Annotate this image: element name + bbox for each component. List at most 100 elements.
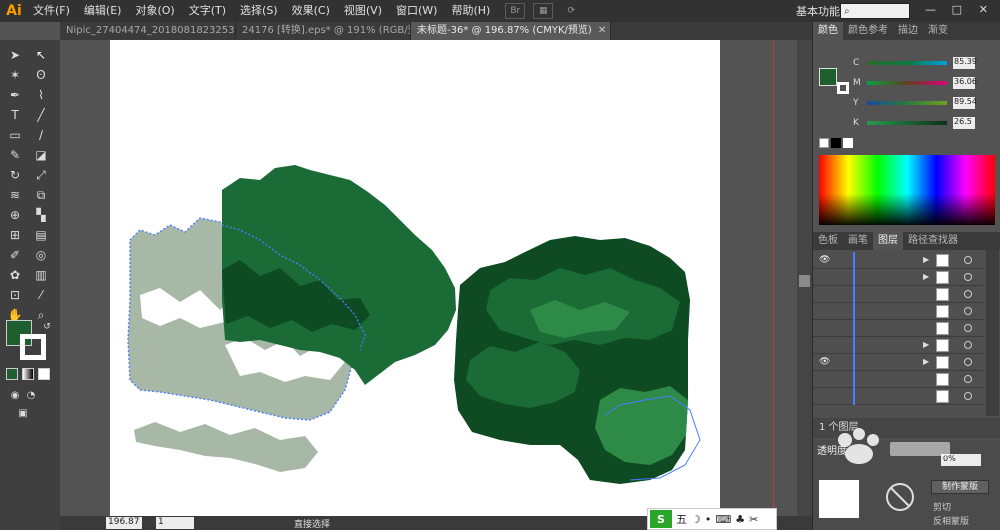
layer-row[interactable] — [813, 320, 983, 337]
cyan-slider[interactable]: C 85.39 — [853, 56, 999, 70]
vertical-scrollbar[interactable] — [797, 40, 812, 516]
expand-icon[interactable]: ▶ — [923, 272, 929, 281]
perspective-grid-icon[interactable]: ▚ — [32, 206, 50, 224]
artwork[interactable] — [60, 40, 797, 516]
expand-icon[interactable]: ▶ — [923, 340, 929, 349]
tab-pathfinder[interactable]: 路径查找器 — [903, 232, 963, 250]
color-mode-icon[interactable] — [6, 368, 18, 380]
none-swatch[interactable] — [819, 138, 829, 148]
tab-document-2[interactable]: 24176 [转换].eps* @ 191% (RGB/预... — [236, 22, 411, 40]
gpu-performance-icon[interactable]: ⟳ — [561, 3, 581, 19]
layer-row[interactable] — [813, 286, 983, 303]
free-transform-icon[interactable]: ⧉ — [32, 186, 50, 204]
scale-tool-icon[interactable]: ⤢ — [32, 166, 50, 184]
type-tool-icon[interactable]: T — [6, 106, 24, 124]
menu-window[interactable]: 窗口(W) — [389, 0, 444, 22]
layers-scrollbar[interactable] — [986, 250, 999, 416]
layer-row[interactable]: 👁 ▶ — [813, 252, 983, 269]
lasso-icon[interactable]: ʘ — [32, 66, 50, 84]
tab-document-1[interactable]: Nipic_27404474_20180818232531744087.ai* … — [60, 22, 236, 40]
layer-row[interactable]: ▶ — [813, 337, 983, 354]
layer-row[interactable] — [813, 371, 983, 388]
clip-checkbox[interactable]: 剪切 — [933, 500, 951, 513]
menu-object[interactable]: 对象(O) — [128, 0, 181, 22]
close-icon[interactable]: ✕ — [979, 3, 988, 16]
menu-edit[interactable]: 编辑(E) — [77, 0, 129, 22]
layer-row[interactable]: 👁 ▶ — [813, 354, 983, 371]
yellow-track[interactable] — [867, 101, 947, 105]
tab-brushes[interactable]: 画笔 — [843, 232, 873, 250]
direct-selection-tool-icon[interactable]: ↖ — [32, 46, 50, 64]
search-input[interactable]: ⌕ — [840, 3, 910, 19]
menu-help[interactable]: 帮助(H) — [444, 0, 497, 22]
eye-icon[interactable]: 👁 — [819, 255, 830, 265]
line-tool-icon[interactable]: ╱ — [32, 106, 50, 124]
eraser-icon[interactable]: ◪ — [32, 146, 50, 164]
zoom-field[interactable]: 196.87 — [106, 517, 142, 529]
input-method-bar[interactable]: S 五 ☽ • ⌨ ♣ ✂ — [647, 508, 777, 530]
paintbrush-icon[interactable]: ∕ — [32, 126, 50, 144]
shape-builder-icon[interactable]: ⊕ — [6, 206, 24, 224]
tab-color[interactable]: 颜色 — [813, 22, 843, 40]
magic-wand-icon[interactable]: ✶ — [6, 66, 24, 84]
target-icon[interactable] — [964, 375, 972, 383]
eyedropper-icon[interactable]: ✐ — [6, 246, 24, 264]
expand-icon[interactable]: ▶ — [923, 357, 929, 366]
black-swatch[interactable] — [831, 138, 841, 148]
pen-tool-icon[interactable]: ✒ — [6, 86, 24, 104]
target-icon[interactable] — [964, 324, 972, 332]
magenta-track[interactable] — [867, 81, 947, 85]
panel-stroke-swatch[interactable] — [837, 82, 849, 94]
minimize-icon[interactable]: — — [925, 3, 936, 16]
target-icon[interactable] — [964, 341, 972, 349]
magenta-value[interactable]: 36.06 — [953, 77, 977, 89]
cyan-value[interactable]: 85.39 — [953, 57, 977, 69]
shaper-tool-icon[interactable]: ✎ — [6, 146, 24, 164]
skin-icon[interactable]: ♣ — [735, 513, 745, 526]
maximize-icon[interactable]: □ — [952, 3, 962, 16]
swap-fill-stroke-icon[interactable]: ↺ — [38, 318, 56, 336]
invert-mask-checkbox[interactable]: 反相蒙版 — [933, 514, 969, 527]
menu-effect[interactable]: 效果(C) — [285, 0, 337, 22]
black-track[interactable] — [867, 121, 947, 125]
target-icon[interactable] — [964, 273, 972, 281]
black-value[interactable]: 26.5 — [953, 117, 975, 129]
artboard-number-field[interactable]: 1 — [156, 517, 194, 529]
tab-stroke[interactable]: 描边 — [893, 22, 923, 40]
tab-swatches[interactable]: 色板 — [813, 232, 843, 250]
artboard-tool-icon[interactable]: ⊡ — [6, 286, 24, 304]
ime-mode[interactable]: 五 — [676, 511, 687, 527]
moon-icon[interactable]: ☽ — [691, 513, 701, 526]
target-icon[interactable] — [964, 290, 972, 298]
stroke-swatch[interactable] — [20, 334, 46, 360]
tools-icon[interactable]: ✂ — [749, 513, 758, 526]
keyboard-icon[interactable]: ⌨ — [715, 513, 731, 526]
black-slider[interactable]: K 26.5 — [853, 116, 999, 130]
panel-fill-swatch[interactable] — [819, 68, 837, 86]
yellow-slider[interactable]: Y 89.54 — [853, 96, 999, 110]
bridge-icon[interactable]: Br — [505, 3, 526, 19]
arrange-documents-icon[interactable]: ▦ — [533, 3, 554, 19]
gradient-tool-icon[interactable]: ▤ — [32, 226, 50, 244]
close-tab-icon[interactable]: ✕ — [598, 25, 606, 36]
target-icon[interactable] — [964, 358, 972, 366]
curvature-tool-icon[interactable]: ⌇ — [32, 86, 50, 104]
tab-document-3[interactable]: 未标题-36* @ 196.87% (CMYK/预览) ✕ — [411, 22, 611, 40]
rectangle-tool-icon[interactable]: ▭ — [6, 126, 24, 144]
current-tool-status[interactable]: 直接选择 — [294, 517, 330, 530]
width-tool-icon[interactable]: ≋ — [6, 186, 24, 204]
color-spectrum[interactable] — [819, 155, 995, 225]
menu-select[interactable]: 选择(S) — [233, 0, 285, 22]
layer-row[interactable] — [813, 303, 983, 320]
menu-type[interactable]: 文字(T) — [182, 0, 233, 22]
canvas-area[interactable] — [60, 40, 797, 516]
menu-file[interactable]: 文件(F) — [26, 0, 77, 22]
layer-row[interactable]: ▶ — [813, 269, 983, 286]
draw-behind-icon[interactable]: ◔ — [22, 386, 40, 404]
white-swatch[interactable] — [843, 138, 853, 148]
menu-view[interactable]: 视图(V) — [337, 0, 389, 22]
target-icon[interactable] — [964, 307, 972, 315]
tab-color-guide[interactable]: 颜色参考 — [843, 22, 893, 40]
tab-layers[interactable]: 图层 — [873, 232, 903, 250]
dot-icon[interactable]: • — [705, 513, 712, 526]
